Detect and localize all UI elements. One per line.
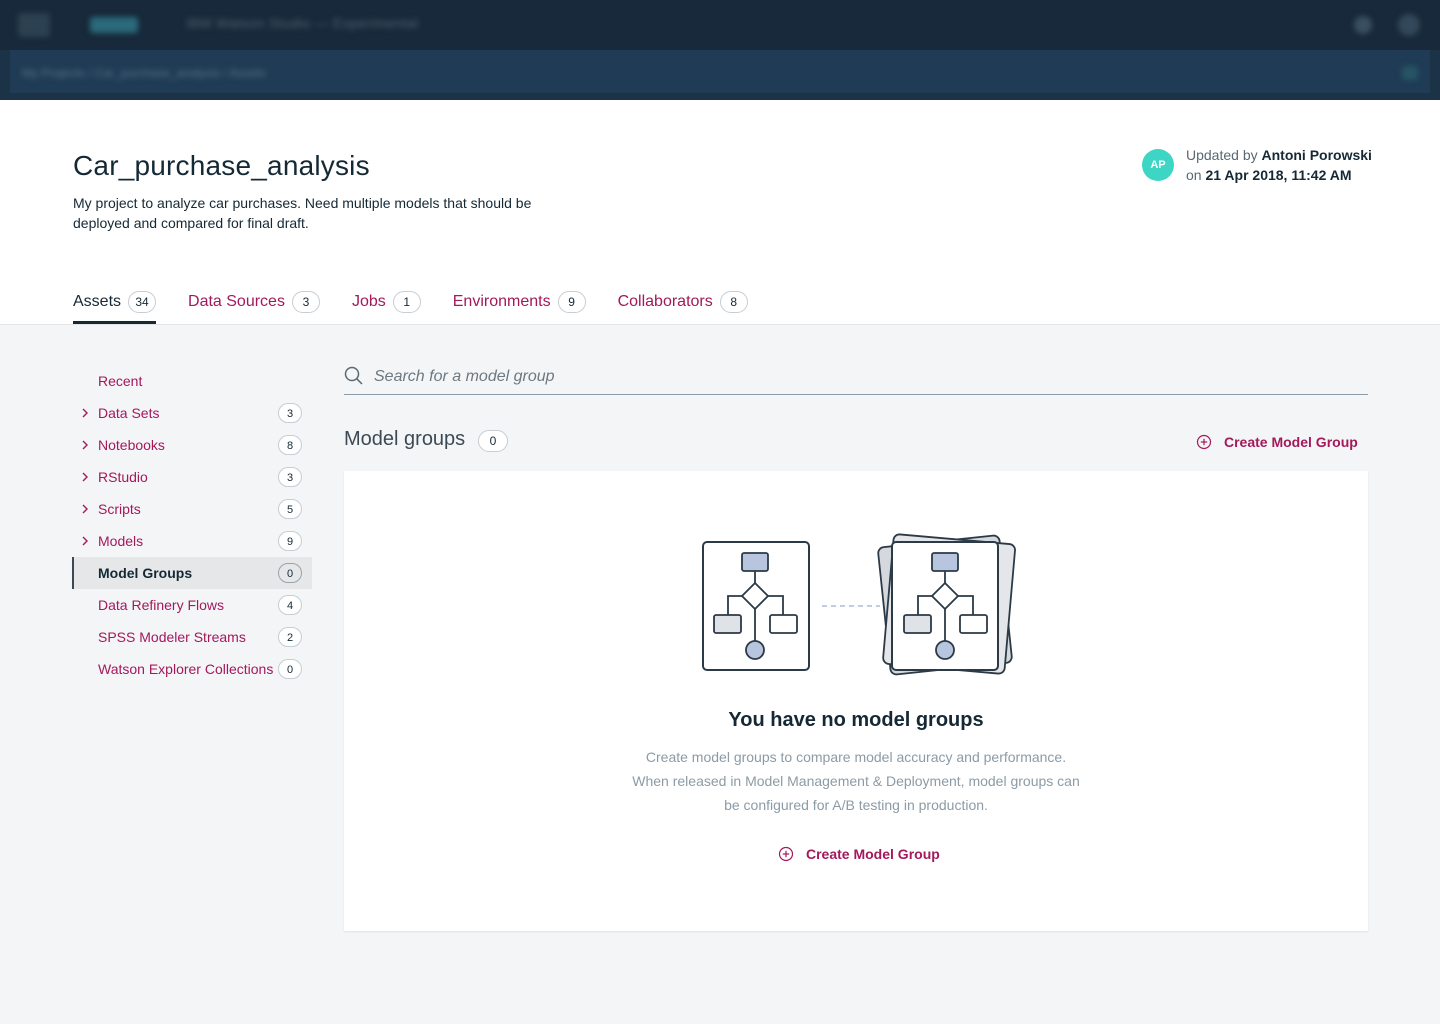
- sidebar-item-spss-modeler-streams[interactable]: SPSS Modeler Streams 2: [72, 621, 312, 653]
- section-title: Model groups: [344, 428, 466, 450]
- sidebar-item-label: Notebooks: [98, 437, 165, 453]
- tab-count: 3: [291, 291, 320, 313]
- count-badge: 2: [278, 627, 302, 647]
- asset-sidebar: Recent Data Sets 3 Notebooks 8 RStudio 3…: [72, 365, 312, 685]
- empty-state-title: You have no model groups: [728, 709, 984, 731]
- sidebar-item-watson-explorer-collections[interactable]: Watson Explorer Collections 0: [72, 653, 312, 685]
- count-badge: 4: [278, 595, 302, 615]
- updated-by: Antoni Porowski: [1261, 147, 1372, 163]
- sidebar-item-label: Scripts: [98, 501, 141, 517]
- sidebar-item-data-sets[interactable]: Data Sets 3: [72, 397, 312, 429]
- count-badge: 9: [278, 531, 302, 551]
- updated-on-prefix: on: [1186, 167, 1202, 183]
- sidebar-item-label: Watson Explorer Collections: [98, 661, 274, 677]
- count-badge: 3: [278, 403, 302, 423]
- create-model-group-label: Create Model Group: [1224, 434, 1358, 450]
- sidebar-item-scripts[interactable]: Scripts 5: [72, 493, 312, 525]
- chevron-right-icon[interactable]: [80, 469, 92, 485]
- brand-logo[interactable]: [90, 17, 138, 33]
- chevron-right-icon[interactable]: [80, 437, 92, 453]
- sidebar-item-recent[interactable]: Recent: [72, 365, 312, 397]
- breadcrumb[interactable]: My Projects / Car_purchase_analysis / As…: [22, 66, 265, 80]
- tab-data-sources[interactable]: Data Sources 3: [188, 291, 320, 324]
- create-model-group-button[interactable]: Create Model Group: [1196, 434, 1358, 450]
- tab-count: 8: [719, 291, 748, 313]
- tab-assets[interactable]: Assets 34: [73, 291, 157, 324]
- tab-count: 34: [128, 291, 157, 313]
- top-nav-bar: IBM Watson Studio — Experimental: [0, 0, 1440, 50]
- tab-collaborators[interactable]: Collaborators 8: [618, 291, 748, 324]
- create-model-group-button-empty[interactable]: Create Model Group: [778, 846, 940, 862]
- sidebar-item-label: Data Sets: [98, 405, 160, 421]
- search-bar: [344, 360, 1368, 395]
- user-avatar-icon[interactable]: [1398, 14, 1420, 36]
- search-icon: [344, 366, 364, 391]
- project-header: Car_purchase_analysis My project to anal…: [0, 100, 1440, 325]
- sidebar-item-models[interactable]: Models 9: [72, 525, 312, 557]
- tab-count: 9: [557, 291, 586, 313]
- tab-environments[interactable]: Environments 9: [453, 291, 586, 324]
- tab-jobs[interactable]: Jobs 1: [352, 291, 421, 324]
- sidebar-item-label: Recent: [98, 373, 143, 389]
- updated-prefix: Updated by: [1186, 147, 1258, 163]
- sidebar-item-label: Models: [98, 533, 144, 549]
- sidebar-item-model-groups[interactable]: Model Groups 0: [72, 557, 312, 589]
- add-circle-icon: [778, 846, 794, 862]
- count-badge: 3: [278, 467, 302, 487]
- count-badge: 5: [278, 499, 302, 519]
- search-input[interactable]: [372, 364, 1336, 390]
- model-group-illustration: [702, 533, 1016, 676]
- sidebar-item-notebooks[interactable]: Notebooks 8: [72, 429, 312, 461]
- sidebar-item-label: Data Refinery Flows: [98, 597, 225, 613]
- notifications-icon[interactable]: [1354, 16, 1372, 34]
- updated-on: 21 Apr 2018, 11:42 AM: [1205, 167, 1352, 183]
- chevron-right-icon[interactable]: [80, 501, 92, 517]
- page-title: Car_purchase_analysis: [73, 150, 370, 181]
- sidebar-item-label: SPSS Modeler Streams: [98, 629, 246, 645]
- menu-icon[interactable]: [18, 13, 50, 37]
- empty-state-description: Create model groups to compare model acc…: [632, 749, 1080, 813]
- count-badge: 0: [278, 659, 302, 679]
- tab-count: 1: [392, 291, 421, 313]
- updated-info: Updated by Antoni Porowski on 21 Apr 201…: [1186, 145, 1372, 185]
- sidebar-item-label: Model Groups: [98, 565, 193, 581]
- avatar: AP: [1142, 149, 1174, 181]
- sidebar-item-rstudio[interactable]: RStudio 3: [72, 461, 312, 493]
- sidebar-item-label: RStudio: [98, 469, 148, 485]
- chevron-right-icon[interactable]: [80, 405, 92, 421]
- app-title: IBM Watson Studio — Experimental: [186, 15, 419, 31]
- chevron-right-icon[interactable]: [80, 533, 92, 549]
- count-badge: 8: [278, 435, 302, 455]
- section-count-badge: 0: [478, 430, 508, 452]
- sidebar-item-data-refinery-flows[interactable]: Data Refinery Flows 4: [72, 589, 312, 621]
- project-description: My project to analyze car purchases. Nee…: [73, 195, 532, 231]
- project-tabs: Assets 34 Data Sources 3 Jobs 1 Environm…: [73, 291, 780, 324]
- create-model-group-label: Create Model Group: [806, 846, 940, 862]
- empty-state-panel: You have no model groups Create model gr…: [344, 471, 1368, 931]
- count-badge: 0: [278, 563, 302, 583]
- add-circle-icon: [1196, 434, 1212, 450]
- settings-icon[interactable]: [1402, 66, 1418, 80]
